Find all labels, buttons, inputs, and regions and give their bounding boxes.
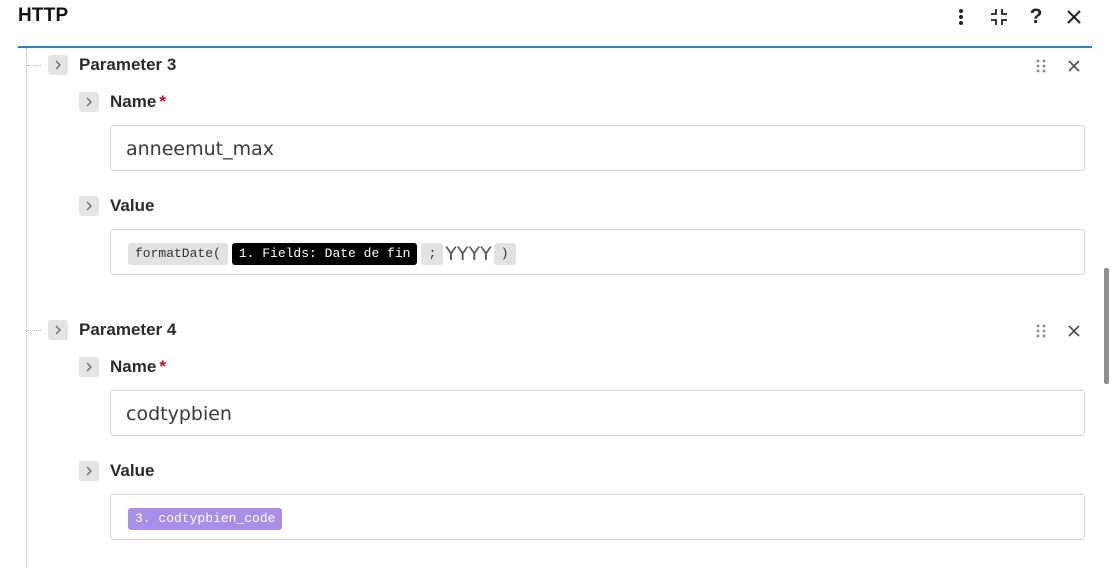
expand-chevron-icon[interactable] — [79, 92, 99, 112]
expand-chevron-icon[interactable] — [48, 320, 68, 340]
drag-handle-icon[interactable] — [1031, 56, 1051, 76]
dialog-header: HTTP ? — [0, 0, 1112, 46]
field-token[interactable]: 1. Fields: Date de fin — [231, 243, 418, 265]
value-input[interactable]: 3. codtypbien_code — [110, 494, 1085, 540]
close-icon[interactable] — [1061, 4, 1087, 30]
name-input-value: codtypbien — [126, 403, 232, 425]
name-label-text: Name — [110, 357, 157, 376]
close-paren-token[interactable]: ) — [493, 243, 516, 265]
required-marker: * — [159, 357, 166, 376]
function-token[interactable]: formatDate( — [128, 243, 228, 265]
name-label-text: Name — [110, 92, 157, 111]
dialog-title: HTTP — [18, 5, 69, 26]
expand-chevron-icon[interactable] — [79, 461, 99, 481]
parameter-title: Parameter 3 — [79, 55, 177, 74]
tree-branch — [27, 330, 41, 331]
collapse-icon[interactable] — [986, 4, 1012, 30]
scrollbar-thumb[interactable] — [1104, 268, 1109, 384]
name-input[interactable]: codtypbien — [110, 390, 1085, 436]
expand-chevron-icon[interactable] — [79, 357, 99, 377]
value-field-label: Value — [110, 461, 155, 480]
help-icon[interactable]: ? — [1023, 4, 1049, 30]
drag-handle-icon[interactable] — [1031, 321, 1051, 341]
required-marker: * — [159, 92, 166, 111]
expand-chevron-icon[interactable] — [79, 196, 99, 216]
remove-parameter-icon[interactable] — [1064, 56, 1084, 76]
variable-token[interactable]: 3. codtypbien_code — [128, 508, 283, 530]
name-field-label: Name * — [110, 357, 166, 377]
parameter-title: Parameter 4 — [79, 320, 177, 339]
name-field-label: Name * — [110, 92, 166, 112]
separator-token[interactable]: ; — [421, 243, 444, 265]
value-token-list: 3. codtypbien_code — [128, 507, 283, 531]
value-token-list: formatDate( 1. Fields: Date de fin ; YYY… — [128, 242, 516, 266]
more-vertical-icon[interactable] — [948, 4, 974, 30]
header-divider — [18, 46, 1092, 48]
name-input[interactable]: anneemut_max — [110, 125, 1085, 171]
text-token: YYYY — [445, 243, 492, 265]
name-input-value: anneemut_max — [126, 138, 275, 160]
tree-branch — [27, 65, 41, 66]
value-input[interactable]: formatDate( 1. Fields: Date de fin ; YYY… — [110, 229, 1085, 275]
expand-chevron-icon[interactable] — [48, 55, 68, 75]
tree-connector-line — [26, 48, 27, 568]
remove-parameter-icon[interactable] — [1064, 321, 1084, 341]
value-field-label: Value — [110, 196, 155, 215]
